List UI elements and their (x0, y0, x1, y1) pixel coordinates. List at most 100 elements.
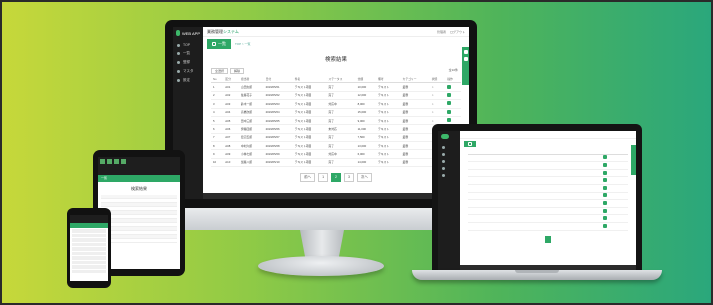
table-cell (508, 161, 522, 170)
side-tab[interactable] (462, 47, 469, 85)
table-cell (574, 192, 589, 201)
edit-icon[interactable] (447, 109, 452, 114)
table-row[interactable] (468, 184, 628, 193)
table-cell (561, 214, 575, 223)
table-row[interactable] (468, 214, 628, 223)
nav-icon[interactable] (100, 159, 105, 164)
edit-icon[interactable] (447, 84, 452, 89)
table-cell: A07 (223, 133, 239, 143)
table-cell (548, 154, 562, 163)
table-row[interactable]: 3 A03 鈴木一郎 2019/05/03 テキスト項目 対応中 8,000 テキスト 業務 ○ (211, 99, 461, 109)
column-header[interactable]: カテゴリー (400, 76, 430, 84)
table-row[interactable] (468, 169, 628, 178)
column-header[interactable]: 担当者 (238, 76, 264, 84)
nav-icon[interactable] (121, 159, 126, 164)
table-row[interactable] (468, 154, 628, 163)
logout-link[interactable]: ログアウト (450, 30, 465, 34)
table-cell: A02 (223, 91, 239, 101)
dot-icon (177, 43, 180, 47)
table-row[interactable]: 9A09小林七郎2019/05/09テキスト項目対応中6,000テキスト業務○ (211, 149, 461, 159)
page-current-button[interactable] (544, 235, 552, 243)
table-cell: 山田太郎 (238, 82, 264, 92)
table-cell (601, 222, 628, 231)
edit-icon[interactable] (603, 216, 608, 221)
page-1-button[interactable]: 1 (318, 173, 329, 183)
edit-icon[interactable] (603, 208, 608, 213)
table-cell: テキスト項目 (292, 124, 327, 134)
sidebar-item-list[interactable] (438, 151, 460, 158)
side-tab[interactable] (631, 145, 636, 175)
table-cell (574, 199, 589, 208)
table-cell (481, 154, 495, 163)
column-header[interactable]: 日付 (263, 76, 293, 84)
edit-icon[interactable] (603, 162, 608, 167)
system-title: 業務管理システム (207, 28, 239, 34)
edit-icon[interactable] (447, 118, 452, 123)
deselect-button[interactable]: 解除 (230, 68, 245, 74)
column-header[interactable]: No (211, 76, 224, 84)
sidebar-item-register[interactable] (438, 158, 460, 165)
nav-icon[interactable] (114, 159, 119, 164)
sidebar-item-list[interactable]: 一覧 (173, 49, 203, 58)
table-row[interactable] (468, 222, 628, 231)
table-cell: 2 (211, 91, 224, 101)
page-2-button[interactable]: 2 (331, 173, 341, 183)
breadcrumb[interactable]: TOP > 一覧 (235, 42, 250, 46)
edit-icon[interactable] (603, 200, 608, 205)
edit-icon[interactable] (603, 193, 608, 198)
table-cell: 完了 (326, 141, 356, 151)
edit-icon[interactable] (603, 185, 608, 190)
sidebar-item-settings[interactable] (438, 172, 460, 179)
table-row[interactable]: 5 A05 田中三郎 2019/05/05 テキスト項目 完了 9,000 テキスト 業務 ○ (211, 116, 461, 126)
user-name[interactable]: 管理者 (437, 30, 446, 34)
sidebar-item-master[interactable] (438, 165, 460, 172)
table-row[interactable] (468, 207, 628, 216)
sidebar-item-settings[interactable]: 設定 (173, 76, 203, 85)
table-row[interactable]: 6A06伊藤四郎2019/05/06テキスト項目未対応11,000テキスト業務○ (211, 124, 461, 134)
edit-icon[interactable] (447, 101, 452, 106)
sidebar-item-register[interactable]: 登録 (173, 58, 203, 67)
table-row[interactable] (468, 161, 628, 170)
select-all-button[interactable]: 全選択 (211, 68, 229, 74)
smartphone (67, 208, 111, 288)
edit-icon[interactable] (603, 223, 608, 228)
edit-icon[interactable] (603, 170, 608, 175)
sidebar-item-top[interactable] (438, 144, 460, 151)
page-3-button[interactable]: 3 (343, 173, 354, 183)
table-row[interactable] (468, 199, 628, 208)
table-cell: テキスト項目 (292, 149, 327, 159)
table-row[interactable] (468, 192, 628, 201)
table-row[interactable]: 7A07渡辺五郎2019/05/07テキスト項目完了7,500テキスト業務○ (211, 133, 461, 143)
column-header[interactable]: 金額 (355, 76, 376, 84)
table-row[interactable]: 8A08中村六郎2019/05/08テキスト項目完了13,000テキスト業務○ (211, 141, 461, 151)
column-header[interactable]: 件名 (292, 76, 327, 84)
prev-page-button[interactable]: 前へ (300, 173, 316, 183)
table-row[interactable] (468, 176, 628, 185)
table-cell: 4 (211, 108, 224, 117)
column-header[interactable]: 区分 (223, 76, 239, 84)
table-cell (561, 161, 575, 170)
table-cell (548, 207, 562, 216)
edit-icon[interactable] (447, 92, 452, 97)
table-row[interactable]: 2 A02 佐藤花子 2019/05/02 テキスト項目 完了 12,000 テキスト 業務 ○ (211, 91, 461, 101)
table-cell: 1 (211, 82, 224, 92)
phone-badge (70, 223, 108, 228)
table-cell: 2019/05/09 (263, 149, 293, 159)
edit-icon[interactable] (603, 178, 608, 183)
logo[interactable] (438, 134, 460, 144)
table-row[interactable]: 10A10加藤八郎2019/05/10テキスト項目完了14,000テキスト業務○ (211, 158, 461, 168)
next-page-button[interactable]: 次へ (356, 173, 372, 183)
table-row[interactable]: 4 A04 高橋次郎 2019/05/04 テキスト項目 完了 15,000 テキスト 業務 ○ (211, 108, 461, 117)
column-header[interactable]: 状態 (429, 76, 446, 84)
nav-icon[interactable] (107, 159, 112, 164)
column-header[interactable]: ステータス (326, 76, 356, 84)
logo[interactable]: WEB APP (173, 30, 203, 41)
sidebar-item-master[interactable]: マスタ (173, 67, 203, 76)
column-header[interactable]: 備考 (376, 76, 401, 84)
edit-icon[interactable] (603, 155, 608, 160)
table-cell (508, 199, 522, 208)
column-header[interactable]: 操作 (445, 76, 461, 84)
table-cell (574, 154, 589, 163)
sidebar-item-top[interactable]: TOP (173, 41, 203, 49)
table-row[interactable]: 1 A01 山田太郎 2019/05/01 テキスト項目 完了 10,000 テキスト 業務 ○ (211, 82, 461, 92)
